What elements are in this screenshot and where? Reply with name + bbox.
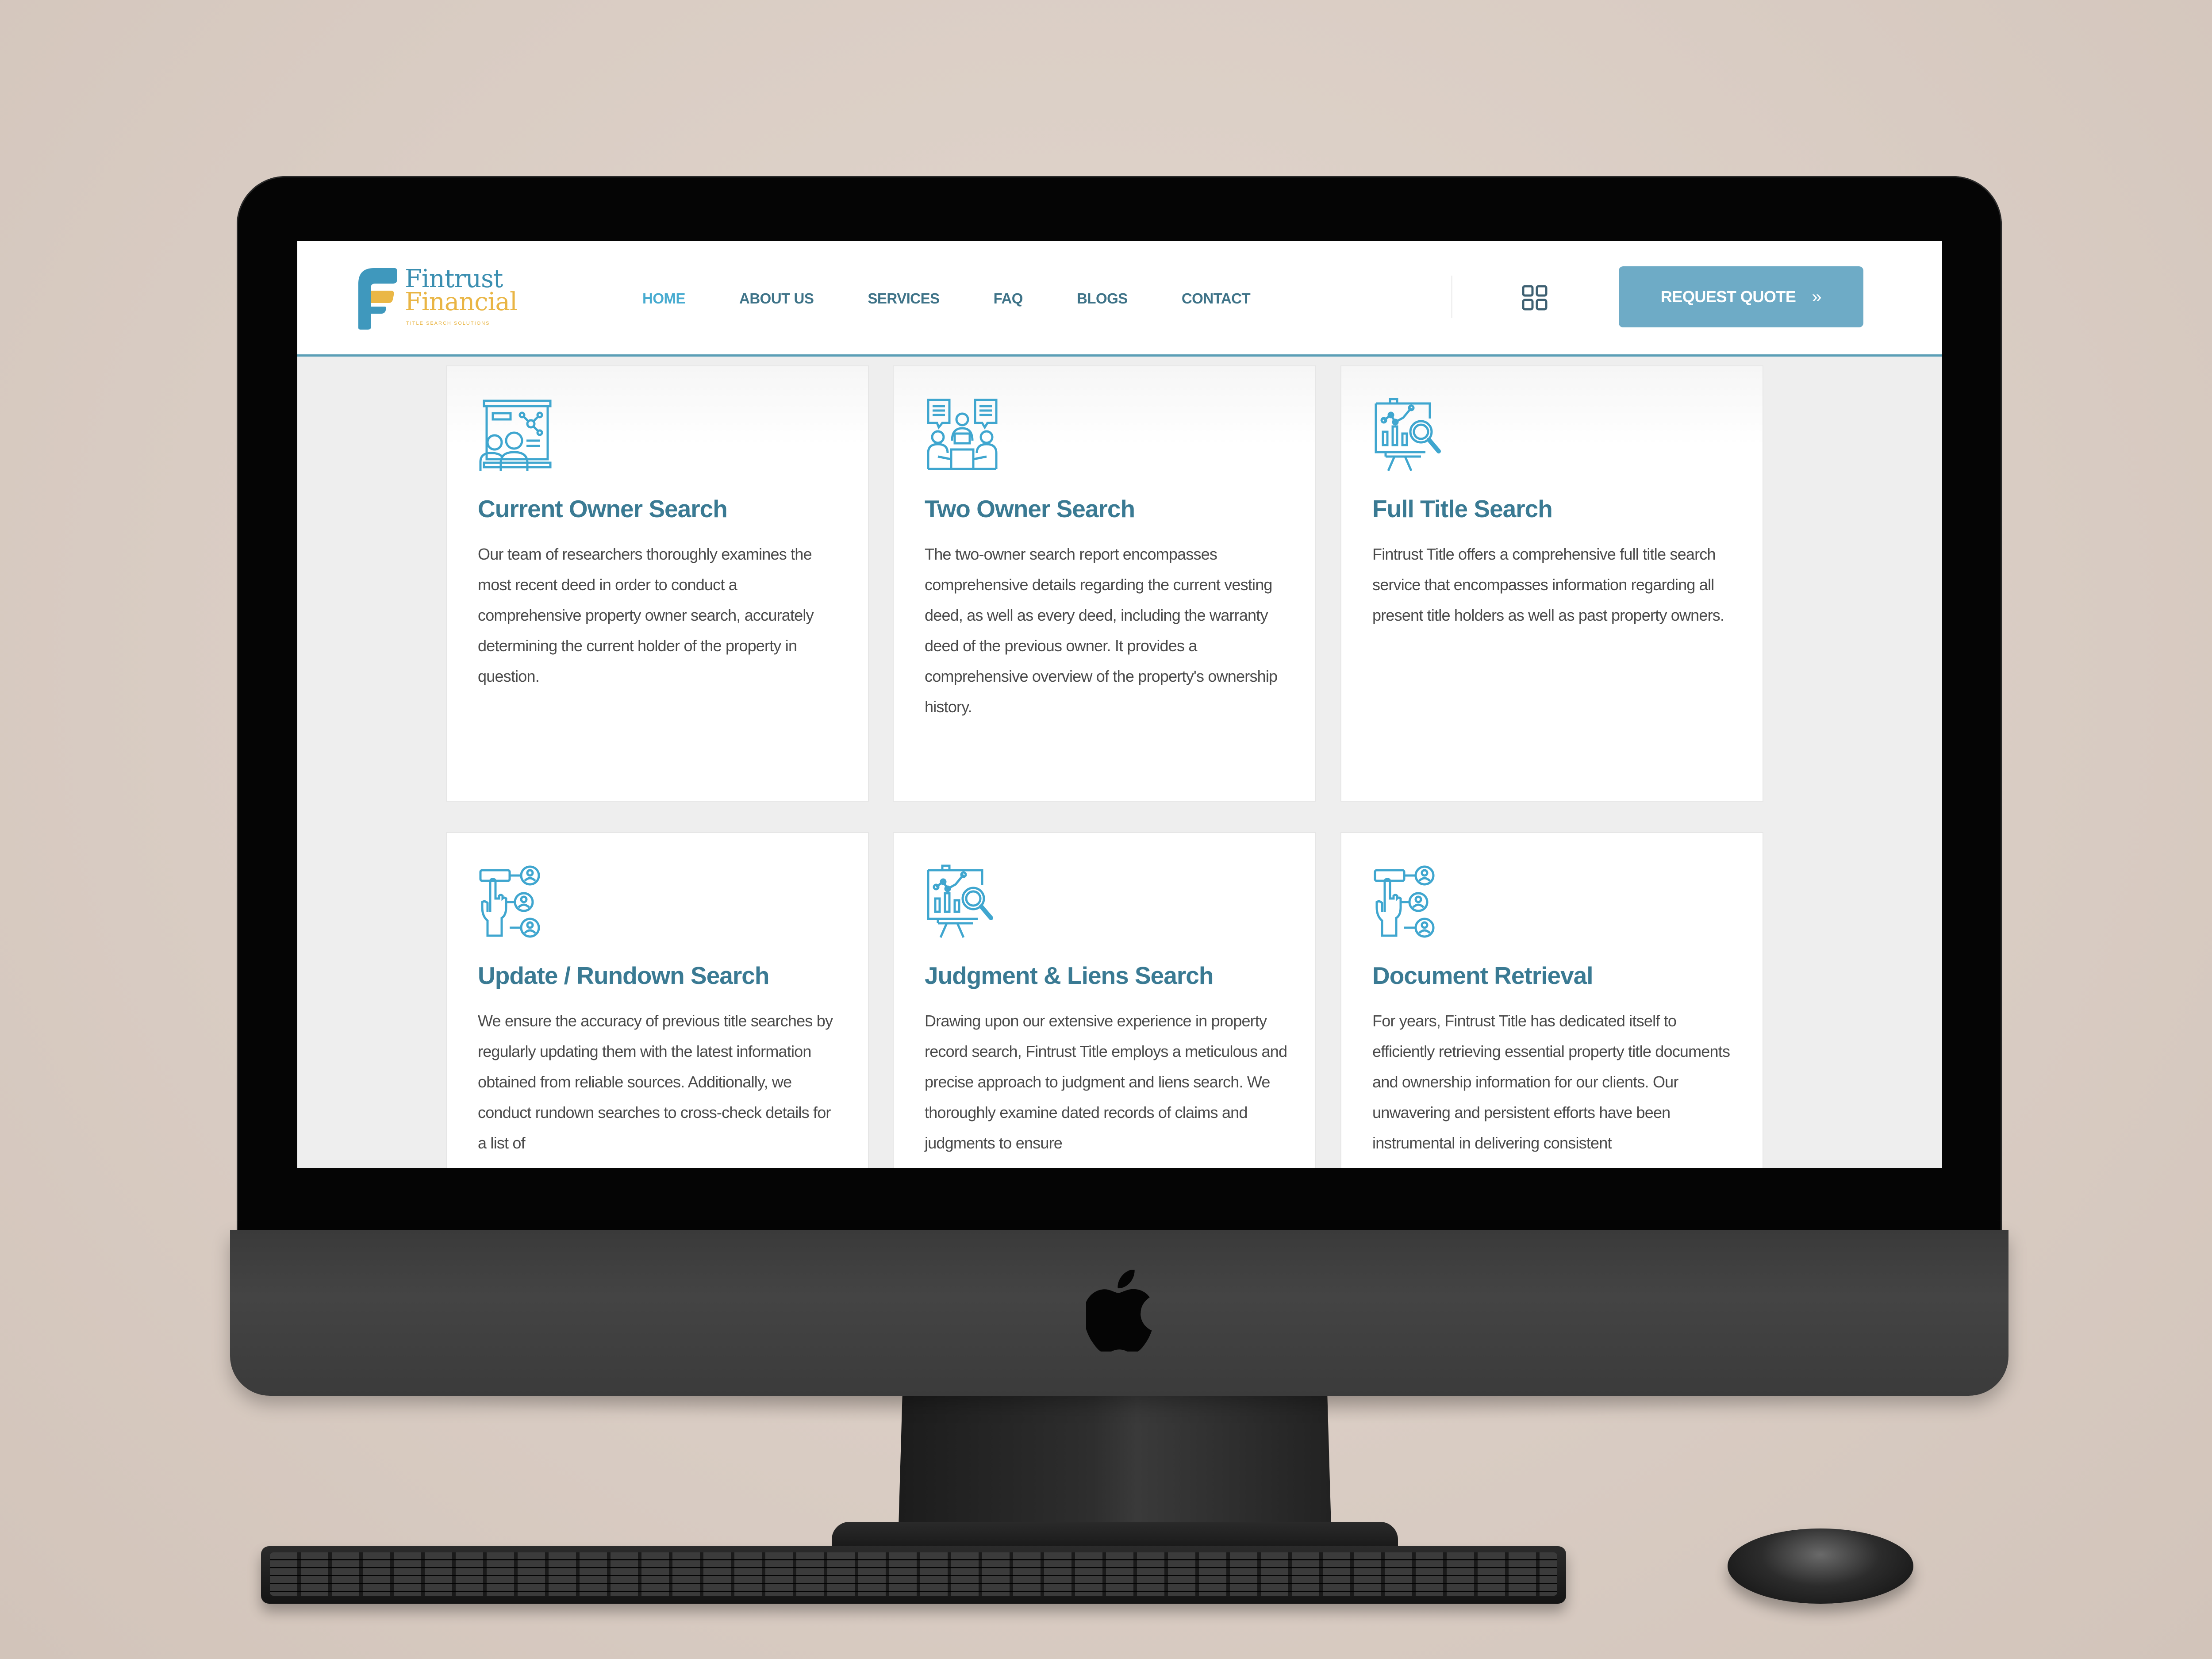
- service-card[interactable]: Two Owner Search The two-owner search re…: [894, 366, 1315, 801]
- chart-magnifier-icon: [927, 864, 993, 938]
- service-card[interactable]: Judgment & Liens Search Drawing upon our…: [894, 833, 1315, 1168]
- chart-magnifier-icon: [1375, 398, 1441, 472]
- nav-blogs[interactable]: BLOGS: [1077, 290, 1128, 307]
- service-card[interactable]: Update / Rundown Search We ensure the ac…: [447, 833, 868, 1168]
- keyboard: [261, 1546, 1566, 1604]
- monitor-screen: Fintrust Financial TITLE SEARCH SOLUTION…: [297, 241, 1942, 1168]
- service-card-description: For years, Fintrust Title has dedicated …: [1372, 1012, 1730, 1152]
- grid-menu-icon[interactable]: [1521, 284, 1548, 311]
- apple-logo-icon: [1086, 1270, 1152, 1352]
- service-card-title: Full Title Search: [1372, 495, 1553, 522]
- logo-tagline: TITLE SEARCH SOLUTIONS: [406, 321, 490, 326]
- service-card[interactable]: Current Owner Search Our team of researc…: [447, 366, 868, 801]
- meeting-discussion-icon: [927, 399, 998, 470]
- nav-about-us[interactable]: ABOUT US: [739, 290, 814, 307]
- hand-network-users-icon: [479, 865, 540, 938]
- service-card-description: The two-owner search report encompasses …: [925, 545, 1278, 716]
- keyboard-keys: [270, 1552, 1557, 1596]
- logo-f-mark-icon: [358, 268, 397, 330]
- site-header: Fintrust Financial TITLE SEARCH SOLUTION…: [297, 241, 1942, 357]
- main-nav: HOME ABOUT US SERVICES FAQ BLOGS CONTACT: [642, 285, 1304, 312]
- service-card-title: Current Owner Search: [478, 495, 728, 522]
- brand-logo[interactable]: Fintrust Financial TITLE SEARCH SOLUTION…: [354, 266, 518, 330]
- service-card-description: We ensure the accuracy of previous title…: [478, 1012, 833, 1152]
- nav-contact[interactable]: CONTACT: [1182, 290, 1251, 307]
- request-quote-label: REQUEST QUOTE: [1660, 288, 1796, 306]
- header-divider: [1451, 276, 1452, 318]
- service-card-description: Our team of researchers thoroughly exami…: [478, 545, 814, 685]
- mouse: [1728, 1528, 1913, 1604]
- nav-home[interactable]: HOME: [642, 290, 686, 307]
- presentation-team-icon: [479, 399, 552, 471]
- request-quote-button[interactable]: REQUEST QUOTE »: [1619, 266, 1863, 327]
- double-chevron-right-icon: »: [1812, 287, 1822, 307]
- services-grid: Current Owner Search Our team of researc…: [297, 357, 1942, 1168]
- service-card[interactable]: Full Title Search Fintrust Title offers …: [1341, 366, 1763, 801]
- service-card-title: Update / Rundown Search: [478, 962, 769, 989]
- nav-faq[interactable]: FAQ: [994, 290, 1023, 307]
- service-card-description: Fintrust Title offers a comprehensive fu…: [1372, 545, 1724, 624]
- service-card-description: Drawing upon our extensive experience in…: [925, 1012, 1287, 1152]
- nav-services[interactable]: SERVICES: [868, 290, 940, 307]
- service-card-title: Judgment & Liens Search: [925, 962, 1214, 989]
- service-card-title: Two Owner Search: [925, 495, 1135, 522]
- service-card[interactable]: Document Retrieval For years, Fintrust T…: [1341, 833, 1763, 1168]
- service-card-title: Document Retrieval: [1372, 962, 1594, 989]
- hand-network-users-icon: [1374, 865, 1435, 938]
- logo-word-financial: Financial: [405, 288, 518, 316]
